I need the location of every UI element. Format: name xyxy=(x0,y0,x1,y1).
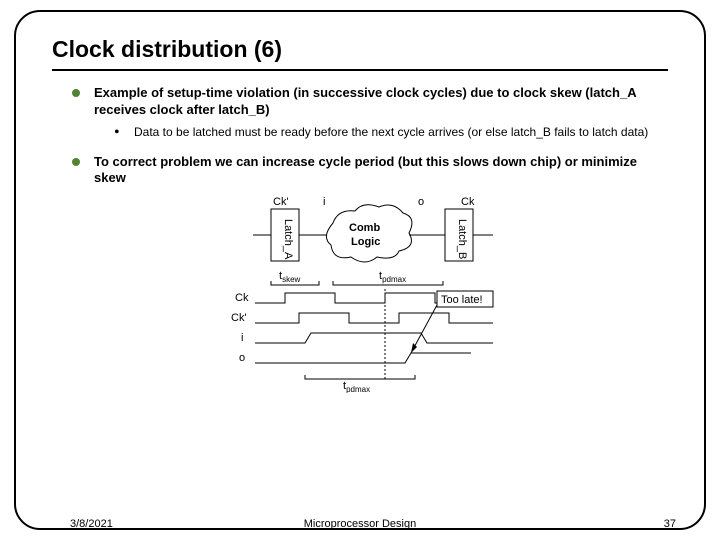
bullet-1-text: Example of setup-time violation (in succ… xyxy=(94,85,654,119)
too-late-label: Too late! xyxy=(441,294,483,306)
label-ck: Ck xyxy=(461,196,475,208)
wave-o xyxy=(255,353,471,363)
t-skew-label: tskew xyxy=(279,270,301,284)
bullet-dot-icon xyxy=(72,158,80,166)
diagram: Ck' i o Ck Latch_A Comb Logic Latch_B xyxy=(183,193,543,393)
bullet-1-sub-1-text: Data to be latched must be ready before … xyxy=(134,125,648,144)
t-pdmax-label-bottom: tpdmax xyxy=(343,380,370,393)
comb-label-1: Comb xyxy=(349,222,380,234)
slide-body: Example of setup-time violation (in succ… xyxy=(72,85,654,393)
slide-title: Clock distribution (6) xyxy=(52,36,704,63)
bullet-2: To correct problem we can increase cycle… xyxy=(72,154,654,188)
wave-ck-prime xyxy=(255,313,493,323)
slide-frame: Clock distribution (6) Example of setup-… xyxy=(14,10,706,530)
sub-bullet-dot-icon: • xyxy=(114,123,122,144)
t-pdmax-bracket-bottom xyxy=(305,375,415,379)
label-ck-prime: Ck' xyxy=(273,196,289,208)
signal-i: i xyxy=(241,332,243,344)
footer-course: Microprocessor Design xyxy=(0,518,720,530)
title-rule xyxy=(52,69,668,71)
signal-ck: Ck xyxy=(235,292,249,304)
label-i: i xyxy=(323,196,325,208)
bullet-2-text: To correct problem we can increase cycle… xyxy=(94,154,654,188)
latch-b-label: Latch_B xyxy=(456,219,468,259)
bullet-dot-icon xyxy=(72,89,80,97)
label-o: o xyxy=(418,196,424,208)
signal-ck-prime: Ck' xyxy=(231,312,247,324)
bullet-1: Example of setup-time violation (in succ… xyxy=(72,85,654,119)
wave-i xyxy=(255,333,493,343)
t-pdmax-label-top: tpdmax xyxy=(379,270,406,284)
latch-a-label: Latch_A xyxy=(282,219,294,260)
signal-o: o xyxy=(239,352,245,364)
footer-page-number: 37 xyxy=(664,518,676,530)
bullet-1-sub-1: • Data to be latched must be ready befor… xyxy=(114,125,654,144)
comb-label-2: Logic xyxy=(351,236,380,248)
